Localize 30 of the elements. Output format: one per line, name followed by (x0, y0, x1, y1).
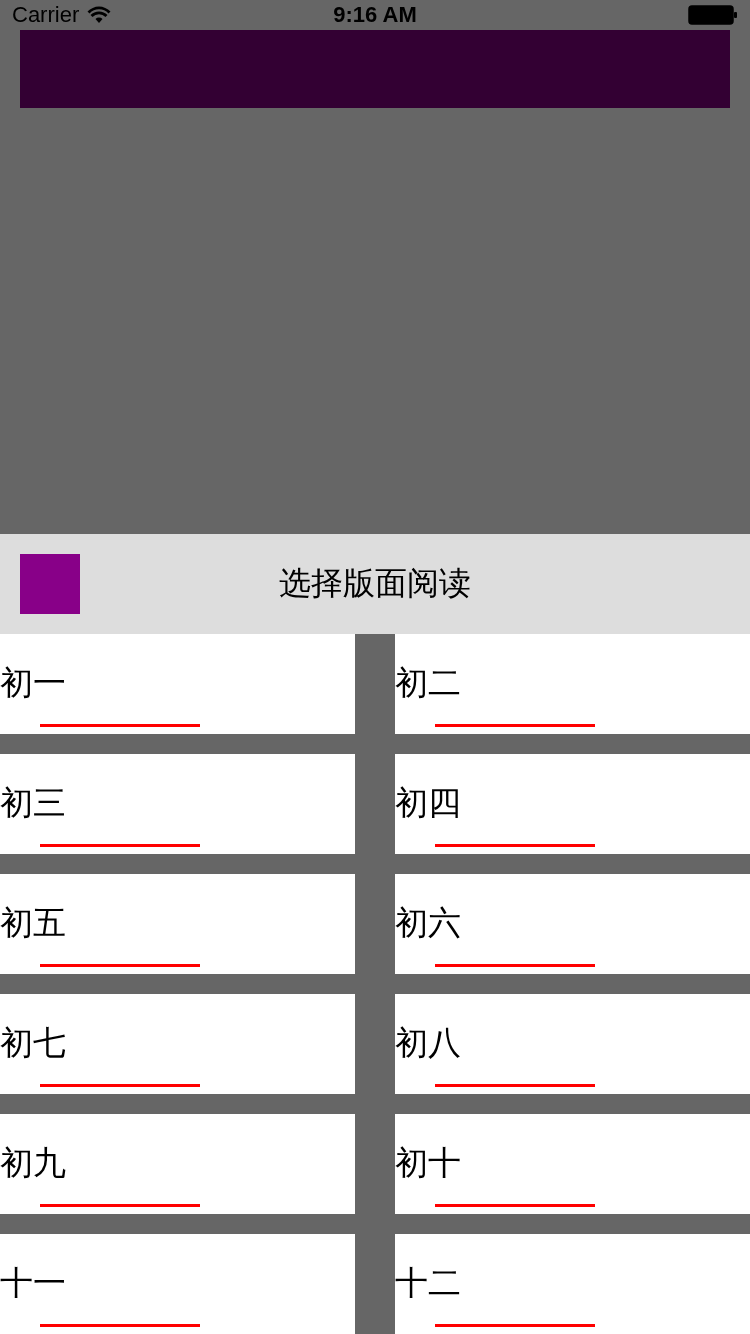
page-label: 初一 (0, 661, 66, 704)
page-item[interactable]: 初八 (395, 994, 750, 1094)
status-time: 9:16 AM (333, 2, 417, 28)
page-label: 初二 (395, 661, 461, 704)
carrier-name: Carrier (12, 2, 80, 28)
battery-icon (688, 5, 738, 25)
page-item[interactable]: 初二 (395, 634, 750, 734)
page-item[interactable]: 初五 (0, 874, 355, 974)
page-label: 初三 (0, 781, 66, 824)
page-item[interactable]: 十二 (395, 1234, 750, 1334)
header-title: 选择版面阅读 (279, 563, 471, 604)
page-label: 初六 (395, 901, 461, 944)
page-label: 初七 (0, 1021, 66, 1064)
page-item[interactable]: 十一 (0, 1234, 355, 1334)
page-item[interactable]: 初一 (0, 634, 355, 734)
page-item[interactable]: 初九 (0, 1114, 355, 1214)
page-label: 初九 (0, 1141, 66, 1184)
square-button[interactable] (20, 554, 80, 614)
page-item[interactable]: 初七 (0, 994, 355, 1094)
page-label: 初八 (395, 1021, 461, 1064)
page-item[interactable]: 初三 (0, 754, 355, 854)
page-item[interactable]: 初六 (395, 874, 750, 974)
page-label: 初十 (395, 1141, 461, 1184)
page-item[interactable]: 初十 (395, 1114, 750, 1214)
page-label: 十二 (395, 1261, 461, 1304)
page-label: 十一 (0, 1261, 66, 1304)
page-label: 初四 (395, 781, 461, 824)
page-item[interactable]: 初四 (395, 754, 750, 854)
page-label: 初五 (0, 901, 66, 944)
wifi-icon (87, 6, 112, 24)
